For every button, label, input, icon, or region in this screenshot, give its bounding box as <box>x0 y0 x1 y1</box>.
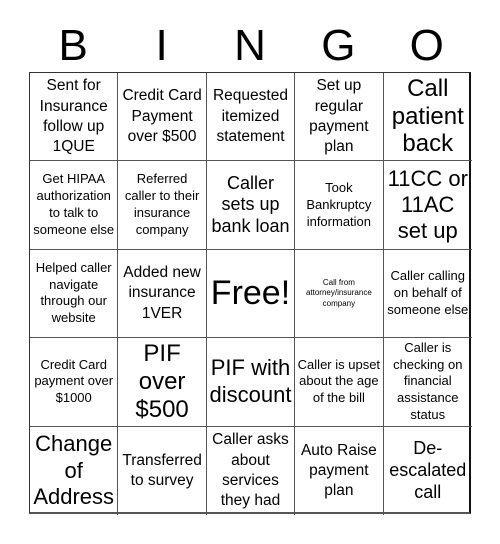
bingo-cell[interactable]: Caller is upset about the age of the bil… <box>295 338 384 427</box>
bingo-cell[interactable]: Caller sets up bank loan <box>206 161 296 250</box>
bingo-cell[interactable]: PIF with discount <box>206 338 296 427</box>
header-letter-n: N <box>234 21 266 70</box>
bingo-cell[interactable]: De-escalated call <box>384 427 472 515</box>
bingo-cell[interactable]: Referred caller to their insurance compa… <box>118 161 207 250</box>
bingo-cell[interactable]: Credit Card Payment over $500 <box>118 73 207 162</box>
bingo-cell[interactable]: Caller asks about services they had <box>207 426 296 515</box>
bingo-header: B I N G O <box>29 0 471 72</box>
bingo-cell[interactable]: Set up regular payment plan <box>295 73 384 162</box>
bingo-cell[interactable]: Sent for Insurance follow up 1QUE <box>30 73 119 162</box>
free-space-cell[interactable]: Free! <box>206 249 296 339</box>
header-letter-o: O <box>409 21 444 70</box>
bingo-cell[interactable]: Caller is checking on financial assistan… <box>383 338 472 427</box>
bingo-cell[interactable]: Get HIPAA authorization to talk to someo… <box>30 161 119 250</box>
bingo-card: B I N G O Sent for Insurance follow up 1… <box>29 0 472 515</box>
header-letter-b: B <box>58 21 88 70</box>
bingo-cell[interactable]: Caller calling on behalf of someone else <box>383 250 472 339</box>
bingo-cell[interactable]: Credit Card payment over $1000 <box>30 338 119 427</box>
header-letter-g: G <box>321 21 356 70</box>
header-letter-i: I <box>155 21 168 70</box>
bingo-cell[interactable]: Added new insurance 1VER <box>118 249 207 339</box>
bingo-cell[interactable]: Call patient back <box>383 73 472 162</box>
bingo-cell[interactable]: Helped caller navigate through our websi… <box>30 249 119 339</box>
bingo-cell[interactable]: PIF over $500 <box>118 338 207 427</box>
bingo-cell[interactable]: 11CC or 11AC set up <box>383 161 472 250</box>
bingo-cell[interactable]: Change of Address <box>30 426 119 515</box>
bingo-cell[interactable]: Transferred to survey <box>118 426 207 515</box>
bingo-cell[interactable]: Took Bankruptcy information <box>295 161 384 250</box>
bingo-cell[interactable]: Requested itemized statement <box>206 73 296 162</box>
bingo-cell[interactable]: Call from attorney/insurance company <box>295 249 384 339</box>
bingo-cell[interactable]: Auto Raise payment plan <box>295 426 384 515</box>
bingo-grid: Sent for Insurance follow up 1QUE Credit… <box>29 72 472 515</box>
